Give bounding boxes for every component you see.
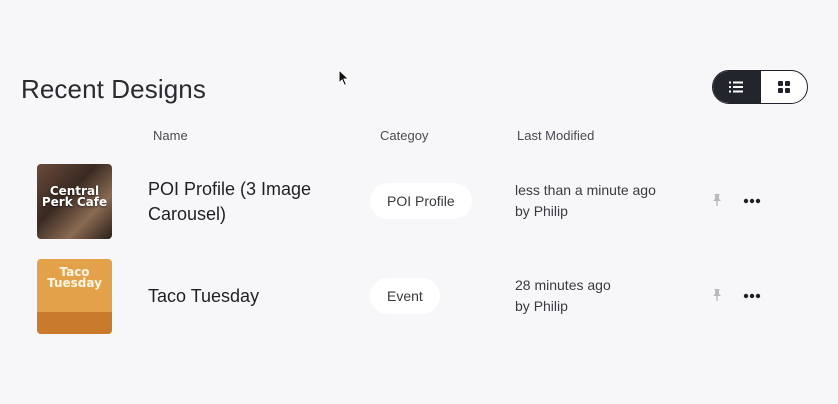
modified-by-line: by Philip xyxy=(515,296,611,317)
modified-time: 28 minutes ago xyxy=(515,277,611,293)
last-modified: less than a minute ago by Philip xyxy=(515,180,656,222)
category-badge: POI Profile xyxy=(370,183,472,219)
column-header-last-modified[interactable]: Last Modified xyxy=(517,128,594,143)
grid-view-button[interactable] xyxy=(759,71,808,103)
modified-by-prefix: by xyxy=(515,298,530,314)
last-modified: 28 minutes ago by Philip xyxy=(515,275,611,317)
list-icon xyxy=(729,81,744,93)
table-row[interactable]: Central Perk Cafe POI Profile (3 Image C… xyxy=(0,156,838,246)
more-options-icon[interactable] xyxy=(743,293,761,299)
thumbnail-decoration xyxy=(37,312,112,334)
page-title: Recent Designs xyxy=(21,74,206,104)
modified-by-prefix: by xyxy=(515,203,530,219)
modified-by-user: Philip xyxy=(533,298,568,314)
design-thumbnail[interactable]: Taco Tuesday xyxy=(37,259,112,334)
design-name[interactable]: POI Profile (3 Image Carousel) xyxy=(148,177,348,227)
mouse-cursor-icon xyxy=(338,69,350,87)
list-view-button[interactable] xyxy=(713,71,760,103)
thumbnail-text: Taco Tuesday xyxy=(47,265,102,290)
design-name[interactable]: Taco Tuesday xyxy=(148,284,348,309)
column-header-category[interactable]: Categoy xyxy=(380,128,428,143)
grid-icon xyxy=(777,81,790,93)
column-header-name[interactable]: Name xyxy=(153,128,188,143)
table-row[interactable]: Taco Tuesday Taco Tuesday Event 28 minut… xyxy=(0,251,838,341)
pin-icon[interactable] xyxy=(710,193,724,207)
thumbnail-text: Central Perk Cafe xyxy=(41,184,108,209)
category-badge: Event xyxy=(370,278,440,314)
more-options-icon[interactable] xyxy=(743,198,761,204)
modified-by-line: by Philip xyxy=(515,201,656,222)
modified-by-user: Philip xyxy=(533,203,568,219)
modified-time: less than a minute ago xyxy=(515,182,656,198)
view-toggle xyxy=(712,70,808,104)
pin-icon[interactable] xyxy=(710,288,724,302)
design-thumbnail[interactable]: Central Perk Cafe xyxy=(37,164,112,239)
